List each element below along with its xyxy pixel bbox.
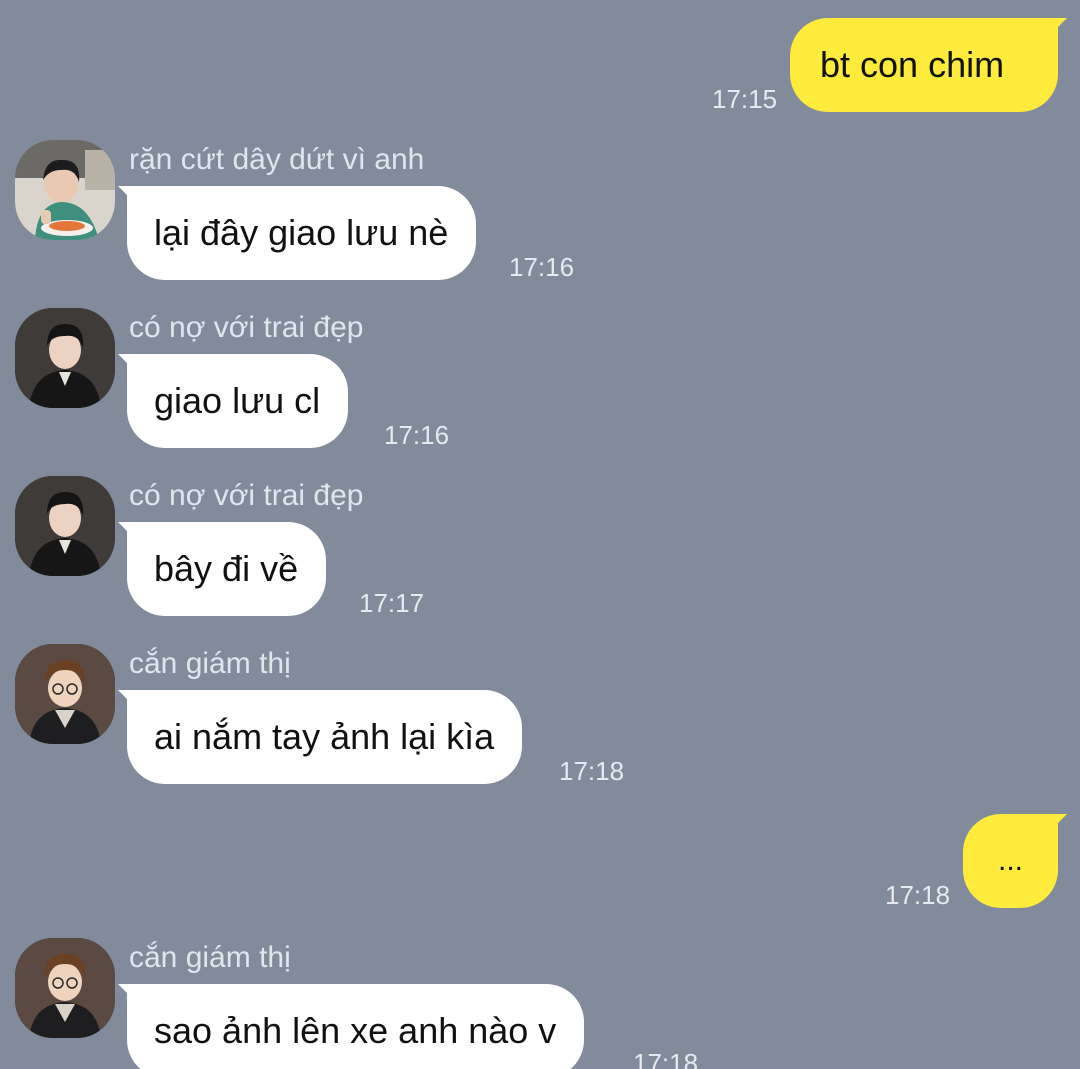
chat-message-list[interactable]: 17:15 bt con chim rặn cứt dây dứt vì anh… [0, 0, 1080, 1069]
message-row-incoming: cắn giám thị sao ảnh lên xe anh nào v 17… [0, 0, 1080, 1069]
incoming-message-bubble[interactable]: sao ảnh lên xe anh nào v [117, 984, 585, 1069]
avatar-photo-boy-glasses-icon[interactable] [15, 938, 115, 1038]
message-timestamp: 17:18 [633, 1048, 699, 1069]
sender-name: cắn giám thị [129, 941, 291, 974]
